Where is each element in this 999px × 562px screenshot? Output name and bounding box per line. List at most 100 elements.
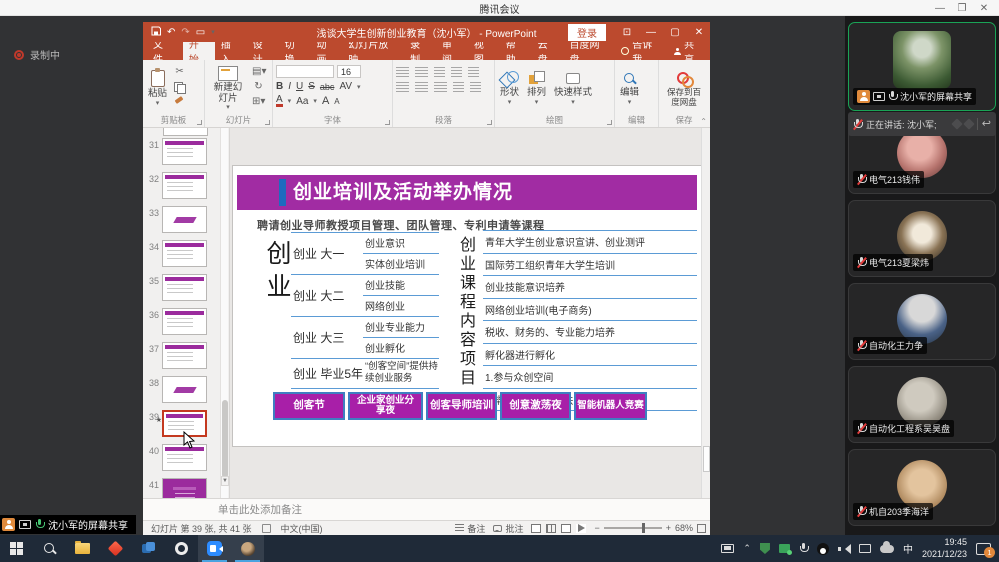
align-left-icon[interactable] bbox=[396, 82, 409, 92]
font-name-combobox[interactable] bbox=[276, 65, 334, 78]
normal-view-icon[interactable] bbox=[531, 524, 541, 533]
format-painter-icon[interactable] bbox=[173, 96, 186, 107]
shadow-button[interactable]: S bbox=[308, 81, 315, 92]
italic-button[interactable]: I bbox=[288, 81, 291, 92]
zoom-percentage[interactable]: 68% bbox=[675, 523, 693, 533]
shapes-button[interactable]: 形状▾ bbox=[498, 64, 521, 114]
participant-tile-share[interactable]: 沈小军的屏幕共享 bbox=[848, 22, 996, 111]
drawing-launcher-icon[interactable] bbox=[607, 120, 612, 125]
thumbnail-39-selected[interactable]: 39 ★ bbox=[143, 410, 207, 444]
editor-scrollbar[interactable] bbox=[701, 128, 710, 498]
participant-tile[interactable]: 自动化工程系吴昊盘 bbox=[848, 366, 996, 443]
tab-design[interactable]: 设计 bbox=[247, 42, 279, 60]
align-right-icon[interactable] bbox=[434, 82, 447, 92]
tencent-meeting-app-button[interactable] bbox=[198, 535, 231, 562]
app-blue-docs-button[interactable] bbox=[132, 535, 165, 562]
reply-arrow-icon[interactable]: ↩ bbox=[982, 119, 991, 130]
cut-icon[interactable]: ✂ bbox=[173, 66, 186, 77]
change-case-button[interactable]: Aa bbox=[296, 96, 308, 107]
notification-center-icon[interactable]: 1 bbox=[976, 543, 991, 555]
taskbar-search-button[interactable] bbox=[33, 535, 66, 562]
save-to-baidu-button[interactable]: 保存到百度网盘 bbox=[662, 64, 706, 114]
close-icon[interactable]: ✕ bbox=[973, 0, 995, 16]
tab-slideshow[interactable]: 幻灯片放映 bbox=[342, 42, 404, 60]
language-status[interactable]: 中文(中国) bbox=[281, 522, 323, 535]
ribbon-display-icon[interactable]: ⊡ bbox=[616, 22, 638, 42]
minimize-icon[interactable]: — bbox=[929, 0, 951, 16]
ime-indicator[interactable]: 中 bbox=[903, 541, 913, 556]
participant-tile[interactable]: 机自203季海洋 bbox=[848, 449, 996, 526]
redo-icon[interactable]: ↷ bbox=[181, 27, 189, 38]
reaction-icon[interactable] bbox=[951, 118, 962, 129]
tab-home[interactable]: 开始 bbox=[183, 42, 215, 60]
indent-decrease-icon[interactable] bbox=[434, 67, 445, 77]
slide-editor[interactable]: 创业培训及活动举办情况 聘请创业导师教授项目管理、团队管理、专利申请等课程 创业… bbox=[230, 128, 710, 498]
ppt-close-icon[interactable]: ✕ bbox=[688, 22, 710, 42]
reaction-icon[interactable] bbox=[963, 118, 974, 129]
fit-to-window-icon[interactable] bbox=[697, 524, 706, 533]
align-center-icon[interactable] bbox=[415, 82, 428, 92]
restore-icon[interactable]: ❐ bbox=[951, 0, 973, 16]
file-explorer-button[interactable] bbox=[66, 535, 99, 562]
taskbar-clock[interactable]: 19:45 2021/12/23 bbox=[922, 537, 967, 560]
editing-button[interactable]: 编辑▾ bbox=[618, 64, 641, 114]
text-direction-icon[interactable] bbox=[468, 67, 479, 77]
tab-transitions[interactable]: 切换 bbox=[279, 42, 311, 60]
participant-tile[interactable]: 自动化王力争 bbox=[848, 283, 996, 360]
cloud-tray-icon[interactable] bbox=[880, 545, 894, 553]
projector-tray-icon[interactable] bbox=[721, 544, 734, 553]
strikethrough-button[interactable]: abc bbox=[320, 82, 335, 92]
char-spacing-button[interactable]: AV bbox=[339, 81, 352, 92]
scroll-down-arrow-icon[interactable]: ▼ bbox=[221, 476, 229, 486]
tab-review[interactable]: 审阅 bbox=[436, 42, 468, 60]
arrange-button[interactable]: 排列▾ bbox=[525, 64, 548, 114]
tab-cloud-disk[interactable]: 云盘 bbox=[532, 42, 564, 60]
shrink-font-button[interactable]: A bbox=[334, 97, 339, 106]
tab-insert[interactable]: 插入 bbox=[215, 42, 247, 60]
bullets-icon[interactable] bbox=[396, 67, 409, 77]
slideshow-view-icon[interactable] bbox=[576, 524, 586, 533]
thumbnail-scrollbar-thumb[interactable] bbox=[222, 400, 228, 478]
notes-toggle-button[interactable]: 备注 bbox=[455, 522, 485, 535]
tab-animations[interactable]: 动画 bbox=[310, 42, 342, 60]
font-launcher-icon[interactable] bbox=[385, 120, 390, 125]
undo-icon[interactable]: ↶ bbox=[167, 27, 175, 38]
zoom-slider-thumb[interactable] bbox=[642, 523, 645, 533]
thumbnail-32[interactable]: 32 bbox=[143, 172, 207, 206]
reading-view-icon[interactable] bbox=[561, 524, 571, 533]
tab-tell-me[interactable]: 告诉我 bbox=[615, 42, 668, 60]
thumbnail-33[interactable]: 33 bbox=[143, 206, 207, 240]
app-red-diamond-button[interactable] bbox=[99, 535, 132, 562]
font-color-button[interactable]: A bbox=[276, 95, 283, 107]
volume-tray-icon[interactable] bbox=[838, 544, 850, 554]
ppt-minimize-icon[interactable]: — bbox=[640, 22, 662, 42]
justify-icon[interactable] bbox=[453, 82, 464, 92]
slide-thumbnail-panel[interactable]: 31 32 33 34 35 36 37 38 39 ★ bbox=[143, 128, 230, 498]
tray-expand-icon[interactable]: ⌃ bbox=[743, 543, 751, 554]
thumbnail-38[interactable]: 38 bbox=[143, 376, 207, 410]
slides-launcher-icon[interactable] bbox=[265, 120, 270, 125]
thumbnail-37[interactable]: 37 bbox=[143, 342, 207, 376]
tab-help[interactable]: 帮助 bbox=[500, 42, 532, 60]
new-slide-button[interactable]: 新建幻灯片▾ bbox=[208, 64, 248, 114]
qq-tray-icon[interactable] bbox=[817, 543, 829, 555]
participant-tile[interactable]: 电气213夏梁炜 bbox=[848, 200, 996, 277]
paragraph-launcher-icon[interactable] bbox=[487, 120, 492, 125]
thumbnail-scrollbar[interactable]: ▼ bbox=[220, 128, 228, 498]
accessibility-icon[interactable] bbox=[262, 524, 271, 533]
columns-icon[interactable] bbox=[470, 82, 481, 92]
zoom-out-icon[interactable]: − bbox=[594, 523, 599, 533]
thumbnail-31[interactable]: 31 bbox=[143, 138, 207, 172]
thumbnail-35[interactable]: 35 bbox=[143, 274, 207, 308]
line-spacing-icon[interactable] bbox=[451, 67, 462, 77]
clipboard-launcher-icon[interactable] bbox=[197, 120, 202, 125]
bold-button[interactable]: B bbox=[276, 81, 283, 92]
slide-canvas[interactable]: 创业培训及活动举办情况 聘请创业导师教授项目管理、团队管理、专利申请等课程 创业… bbox=[232, 165, 709, 447]
thumbnail-34[interactable]: 34 bbox=[143, 240, 207, 274]
qat-dropdown-icon[interactable]: ▾ bbox=[211, 28, 215, 36]
sync-tray-icon[interactable] bbox=[779, 544, 790, 553]
quick-styles-button[interactable]: 快速样式▾ bbox=[552, 64, 594, 114]
zoom-slider[interactable] bbox=[604, 527, 662, 529]
notes-pane[interactable]: 单击此处添加备注 bbox=[143, 498, 710, 520]
tab-share[interactable]: 共享 bbox=[668, 42, 710, 60]
